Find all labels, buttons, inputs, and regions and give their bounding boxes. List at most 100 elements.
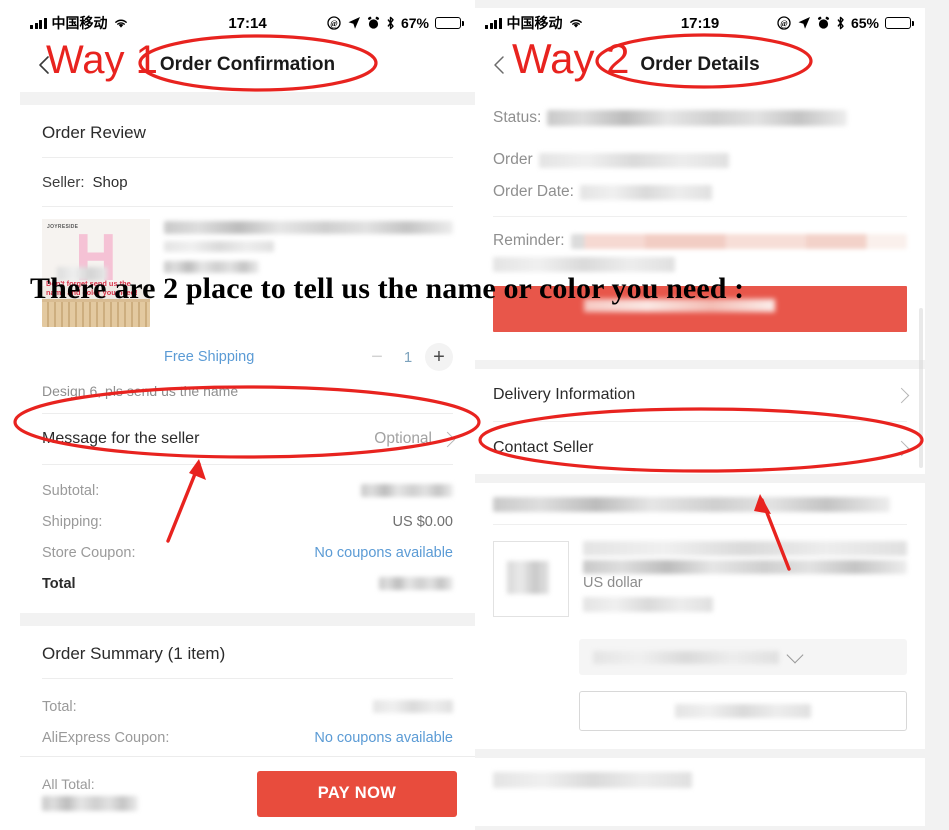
order-review-title: Order Review bbox=[42, 123, 146, 142]
message-for-seller-value-group: Optional bbox=[374, 430, 456, 448]
section-gap bbox=[475, 360, 925, 369]
aliexpress-coupon-link[interactable]: No coupons available bbox=[314, 730, 453, 746]
carrier-label: 中国移动 bbox=[506, 15, 563, 31]
redacted-order-date bbox=[579, 184, 712, 200]
product-thumbnail[interactable]: JOYRESIDE Don't forget send us the name … bbox=[42, 219, 150, 327]
message-for-seller-row[interactable]: Message for the seller Optional bbox=[20, 414, 475, 464]
order-review-card: Order Review Seller: Shop JOYRESIDE Don't… bbox=[20, 105, 475, 613]
page-title-right: Order Details bbox=[640, 54, 760, 75]
summary-row-label: AliExpress Coupon: bbox=[42, 729, 170, 746]
thumb-fence-decor bbox=[42, 298, 150, 327]
status-bar-left-group: 中国移动 bbox=[485, 13, 584, 33]
order-action-button[interactable] bbox=[579, 691, 907, 731]
delivery-information-row[interactable]: Delivery Information bbox=[475, 369, 925, 421]
order-option-dropdown[interactable] bbox=[579, 639, 907, 675]
pay-now-button[interactable]: PAY NOW bbox=[257, 770, 457, 817]
phone-screen-left: 中国移动 17:14 @ 67% Order Confirmation Orde… bbox=[20, 8, 475, 830]
chevron-down-icon bbox=[786, 646, 804, 664]
redacted-reminder-text bbox=[570, 233, 907, 249]
total-row: Total bbox=[20, 568, 475, 599]
bluetooth-icon bbox=[387, 16, 394, 30]
delivery-information-label: Delivery Information bbox=[493, 386, 636, 403]
screenshot-stage: 中国移动 17:14 @ 67% Order Confirmation Orde… bbox=[0, 0, 949, 830]
product-row[interactable]: JOYRESIDE Don't forget send us the name … bbox=[20, 207, 475, 333]
product-title-redacted bbox=[164, 221, 453, 234]
redacted-product-title-1 bbox=[583, 541, 907, 556]
status-bar-left: 中国移动 17:14 @ 67% bbox=[20, 8, 475, 38]
alarm-clock-icon bbox=[367, 16, 380, 29]
order-product-block: US dollar bbox=[475, 525, 925, 749]
section-gap bbox=[20, 613, 475, 626]
redacted-banner-text bbox=[584, 298, 775, 312]
chevron-right-icon bbox=[893, 387, 910, 403]
redacted-product-title-2 bbox=[583, 560, 907, 574]
svg-text:@: @ bbox=[780, 19, 788, 28]
contact-seller-label: Contact Seller bbox=[493, 439, 594, 456]
signal-bars-icon bbox=[485, 17, 502, 29]
total-row-label: Shipping: bbox=[42, 513, 103, 530]
order-status-row: Status: bbox=[475, 102, 925, 134]
currency-note: US dollar bbox=[583, 575, 643, 591]
product-details bbox=[164, 219, 453, 327]
redacted-amount bbox=[42, 796, 138, 811]
redacted-product-price bbox=[583, 597, 713, 612]
store-coupon-link[interactable]: No coupons available bbox=[314, 545, 453, 561]
status-bar-left-group: 中国移动 bbox=[30, 13, 129, 33]
section-gap bbox=[475, 749, 925, 758]
total-row[interactable]: Store Coupon: No coupons available bbox=[20, 537, 475, 568]
battery-icon bbox=[885, 17, 914, 29]
battery-percent-label: 65% bbox=[850, 15, 879, 31]
seller-row[interactable]: Seller: Shop bbox=[20, 158, 475, 206]
free-shipping-label: Free Shipping bbox=[164, 349, 255, 365]
wifi-icon bbox=[114, 19, 127, 28]
summary-row[interactable]: AliExpress Coupon: No coupons available bbox=[20, 722, 475, 753]
order-number-row: Order bbox=[475, 144, 925, 176]
order-product-row[interactable]: US dollar bbox=[475, 525, 925, 625]
contact-seller-row[interactable]: Contact Seller bbox=[475, 422, 925, 474]
status-bar-right: 中国移动 17:19 @ 65% bbox=[475, 8, 925, 38]
seller-name: Shop bbox=[92, 174, 128, 191]
back-button-right[interactable] bbox=[489, 54, 511, 76]
design-note: Design 6, pls send us the name bbox=[42, 383, 239, 399]
total-row-value bbox=[379, 577, 453, 590]
redacted-amount bbox=[373, 700, 453, 713]
order-date-row: Order Date: bbox=[475, 176, 925, 208]
status-bar-right-group: @ 65% bbox=[777, 15, 914, 31]
panel-way-1: 中国移动 17:14 @ 67% Order Confirmation Orde… bbox=[0, 0, 475, 830]
totals-list: Subtotal: Shipping: US $0.00 Store Coupo… bbox=[20, 465, 475, 613]
order-summary-title: Order Summary (1 item) bbox=[42, 644, 226, 663]
redacted-amount bbox=[379, 577, 453, 590]
do-not-disturb-icon: @ bbox=[777, 16, 791, 30]
quantity-decrease-button[interactable]: − bbox=[363, 343, 391, 371]
product-subtitle-redacted bbox=[164, 241, 274, 252]
order-info-block: Status: Order Order Date: Reminder: bbox=[475, 92, 925, 360]
scrollbar-thumb[interactable] bbox=[919, 308, 923, 468]
do-not-disturb-icon: @ bbox=[327, 16, 341, 30]
order-product-thumbnail[interactable] bbox=[493, 541, 569, 617]
store-name-row[interactable] bbox=[475, 483, 925, 524]
reminder-row[interactable]: Reminder: bbox=[475, 225, 925, 257]
order-footer-row bbox=[475, 758, 925, 802]
redacted-footer-text bbox=[493, 772, 692, 788]
total-row: Subtotal: bbox=[20, 475, 475, 506]
chevron-left-icon bbox=[494, 56, 504, 74]
quantity-value: 1 bbox=[403, 348, 413, 366]
wifi-icon bbox=[569, 19, 582, 28]
back-button-left[interactable] bbox=[34, 54, 56, 76]
location-arrow-icon bbox=[798, 17, 810, 29]
navbar-right: Order Details bbox=[475, 38, 925, 92]
product-variant-redacted bbox=[164, 261, 260, 273]
phone-screen-right: 中国移动 17:19 @ 65% Order Details Status: O… bbox=[475, 8, 925, 826]
summary-row-label: Total: bbox=[42, 698, 77, 715]
page-title-left: Order Confirmation bbox=[159, 54, 336, 75]
order-product-details: US dollar bbox=[583, 541, 907, 617]
carrier-label: 中国移动 bbox=[51, 15, 108, 31]
quantity-increase-button[interactable]: + bbox=[425, 343, 453, 371]
redacted-reminder-second-line bbox=[493, 257, 676, 272]
total-row-label: Store Coupon: bbox=[42, 544, 136, 561]
summary-row: Total: bbox=[20, 691, 475, 722]
seller-label: Seller: bbox=[42, 174, 85, 191]
chevron-right-icon bbox=[439, 431, 456, 447]
divider bbox=[493, 216, 907, 217]
quantity-stepper[interactable]: − 1 + bbox=[363, 343, 453, 371]
